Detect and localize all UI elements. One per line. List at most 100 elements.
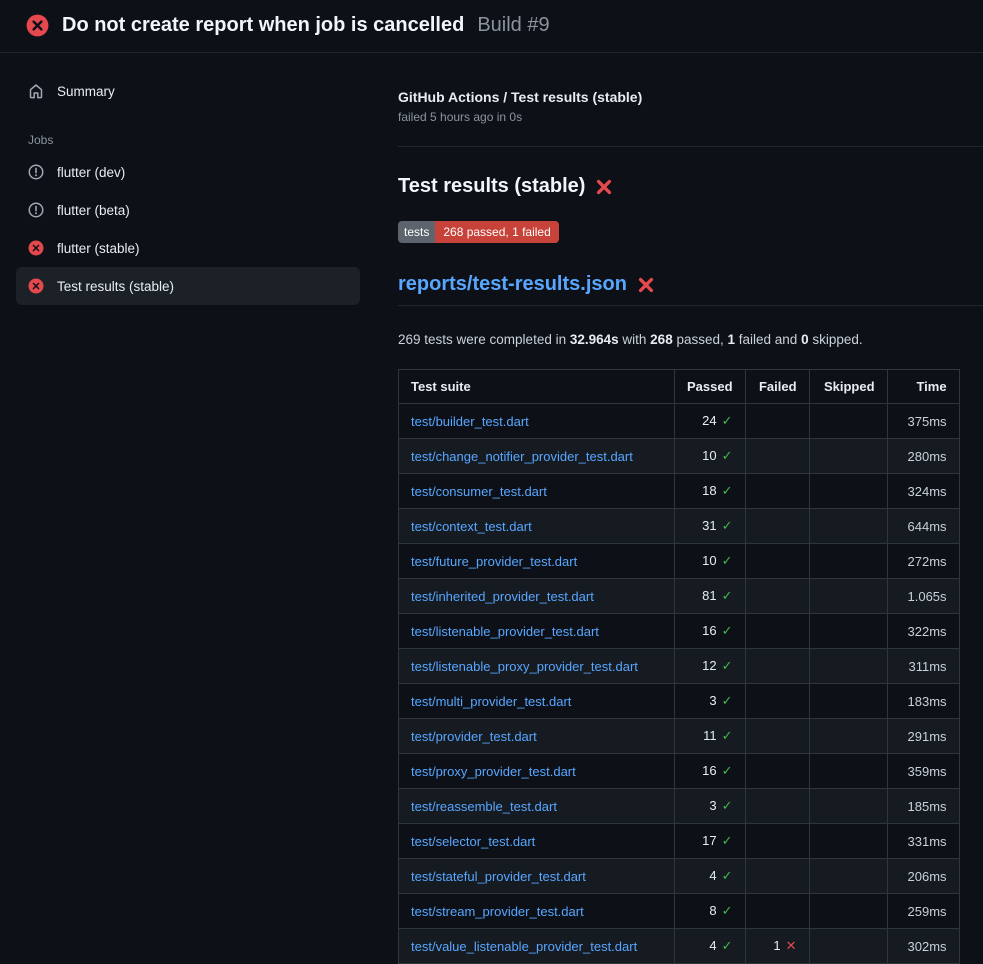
skipped-cell: [809, 474, 887, 509]
sidebar: Summary Jobs flutter (dev): [0, 53, 372, 305]
failed-cell: [745, 824, 809, 859]
count-value: 4: [709, 868, 716, 883]
failed-cell: [745, 754, 809, 789]
test-suite-link[interactable]: test/provider_test.dart: [411, 729, 537, 744]
test-suite-link[interactable]: test/listenable_provider_test.dart: [411, 624, 599, 639]
test-suite-link[interactable]: test/change_notifier_provider_test.dart: [411, 449, 633, 464]
main-content: GitHub Actions / Test results (stable) f…: [372, 53, 983, 964]
test-suite-link[interactable]: test/reassemble_test.dart: [411, 799, 557, 814]
test-suite-link[interactable]: test/listenable_proxy_provider_test.dart: [411, 659, 638, 674]
suite-cell: test/stateful_provider_test.dart: [399, 859, 675, 894]
sidebar-item-flutter-dev[interactable]: flutter (dev): [16, 153, 360, 191]
suite-cell: test/multi_provider_test.dart: [399, 684, 675, 719]
suite-cell: test/stream_provider_test.dart: [399, 894, 675, 929]
test-suite-link[interactable]: test/proxy_provider_test.dart: [411, 764, 576, 779]
count-value: 10: [702, 553, 716, 568]
test-suite-link[interactable]: test/value_listenable_provider_test.dart: [411, 939, 637, 954]
failed-cell: [745, 894, 809, 929]
check-icon: ✓: [722, 763, 733, 778]
job-label: Test results (stable): [57, 279, 174, 294]
summary-part: passed,: [673, 332, 728, 347]
test-suite-link[interactable]: test/future_provider_test.dart: [411, 554, 577, 569]
skipped-cell: [809, 789, 887, 824]
failed-cell: [745, 509, 809, 544]
summary-line: 269 tests were completed in 32.964s with…: [398, 332, 983, 347]
check-icon: ✓: [722, 868, 733, 883]
time-cell: 311ms: [887, 649, 959, 684]
run-build-number: Build #9: [477, 14, 549, 37]
skipped-cell: [809, 544, 887, 579]
summary-part: 269 tests were completed in: [398, 332, 570, 347]
breadcrumb: GitHub Actions / Test results (stable): [398, 89, 983, 105]
test-suite-link[interactable]: test/selector_test.dart: [411, 834, 535, 849]
failed-cell: [745, 579, 809, 614]
github-actions-run-page: Do not create report when job is cancell…: [0, 0, 983, 964]
skipped-cell: [809, 894, 887, 929]
count-value: 10: [702, 448, 716, 463]
check-icon: ✓: [722, 623, 733, 638]
check-icon: ✓: [722, 833, 733, 848]
time-cell: 644ms: [887, 509, 959, 544]
passed-cell: 17✓: [675, 824, 746, 859]
table-row: test/selector_test.dart17✓331ms: [399, 824, 960, 859]
sidebar-item-flutter-stable[interactable]: flutter (stable): [16, 229, 360, 267]
suite-cell: test/proxy_provider_test.dart: [399, 754, 675, 789]
passed-cell: 10✓: [675, 544, 746, 579]
failed-cell: 1✕: [745, 929, 809, 964]
badge-label: tests: [398, 221, 435, 243]
skipped-cell: [809, 579, 887, 614]
results-table-body: test/builder_test.dart24✓375mstest/chang…: [399, 404, 960, 964]
table-row: test/future_provider_test.dart10✓272ms: [399, 544, 960, 579]
test-suite-link[interactable]: test/builder_test.dart: [411, 414, 529, 429]
test-suite-link[interactable]: test/context_test.dart: [411, 519, 532, 534]
table-row: test/proxy_provider_test.dart 16 ✓ 359ms: [399, 754, 960, 789]
col-header-failed: Failed: [745, 370, 809, 404]
check-icon: ✓: [722, 728, 733, 743]
test-suite-link[interactable]: test/consumer_test.dart: [411, 484, 547, 499]
check-icon: ✓: [722, 413, 733, 428]
passed-cell: 12✓: [675, 649, 746, 684]
skipped-cell: [809, 404, 887, 439]
report-file-link[interactable]: reports/test-results.json: [398, 273, 627, 296]
summary-part: 0: [801, 332, 809, 347]
suite-cell: test/inherited_provider_test.dart: [399, 579, 675, 614]
table-row: test/listenable_proxy_provider_test.dart…: [399, 649, 960, 684]
count-value: 24: [702, 413, 716, 428]
check-icon: ✓: [722, 798, 733, 813]
table-row: test/reassemble_test.dart3✓185ms: [399, 789, 960, 824]
time-cell: 280ms: [887, 439, 959, 474]
suite-cell: test/change_notifier_provider_test.dart: [399, 439, 675, 474]
count-value: 16: [702, 763, 716, 778]
test-suite-link[interactable]: test/stream_provider_test.dart: [411, 904, 584, 919]
report-file-heading: reports/test-results.json: [398, 273, 983, 306]
time-cell: 324ms: [887, 474, 959, 509]
failed-cell: [745, 719, 809, 754]
passed-cell: 4✓: [675, 929, 746, 964]
suite-cell: test/reassemble_test.dart: [399, 789, 675, 824]
time-cell: 302ms: [887, 929, 959, 964]
badge-value: 268 passed, 1 failed: [435, 221, 558, 243]
failed-cell: [745, 789, 809, 824]
divider: [398, 146, 983, 147]
table-header-row: Test suite Passed Failed Skipped Time: [399, 370, 960, 404]
sidebar-item-test-results-stable[interactable]: Test results (stable): [16, 267, 360, 305]
sidebar-item-summary[interactable]: Summary: [16, 75, 360, 107]
passed-cell: 4✓: [675, 859, 746, 894]
time-cell: 322ms: [887, 614, 959, 649]
test-suite-link[interactable]: test/inherited_provider_test.dart: [411, 589, 594, 604]
skipped-cell: [809, 509, 887, 544]
count-value: 3: [709, 693, 716, 708]
failed-cell: [745, 474, 809, 509]
summary-part: failed and: [735, 332, 801, 347]
jobs-section-label: Jobs: [28, 133, 360, 147]
time-cell: 359ms: [887, 754, 959, 789]
suite-cell: test/provider_test.dart: [399, 719, 675, 754]
passed-cell: 11✓: [675, 719, 746, 754]
test-suite-link[interactable]: test/stateful_provider_test.dart: [411, 869, 586, 884]
sidebar-item-flutter-beta[interactable]: flutter (beta): [16, 191, 360, 229]
table-row: test/builder_test.dart24✓375ms: [399, 404, 960, 439]
passed-cell: 81✓: [675, 579, 746, 614]
test-suite-link[interactable]: test/multi_provider_test.dart: [411, 694, 571, 709]
summary-part: skipped.: [809, 332, 863, 347]
col-header-skipped: Skipped: [809, 370, 887, 404]
